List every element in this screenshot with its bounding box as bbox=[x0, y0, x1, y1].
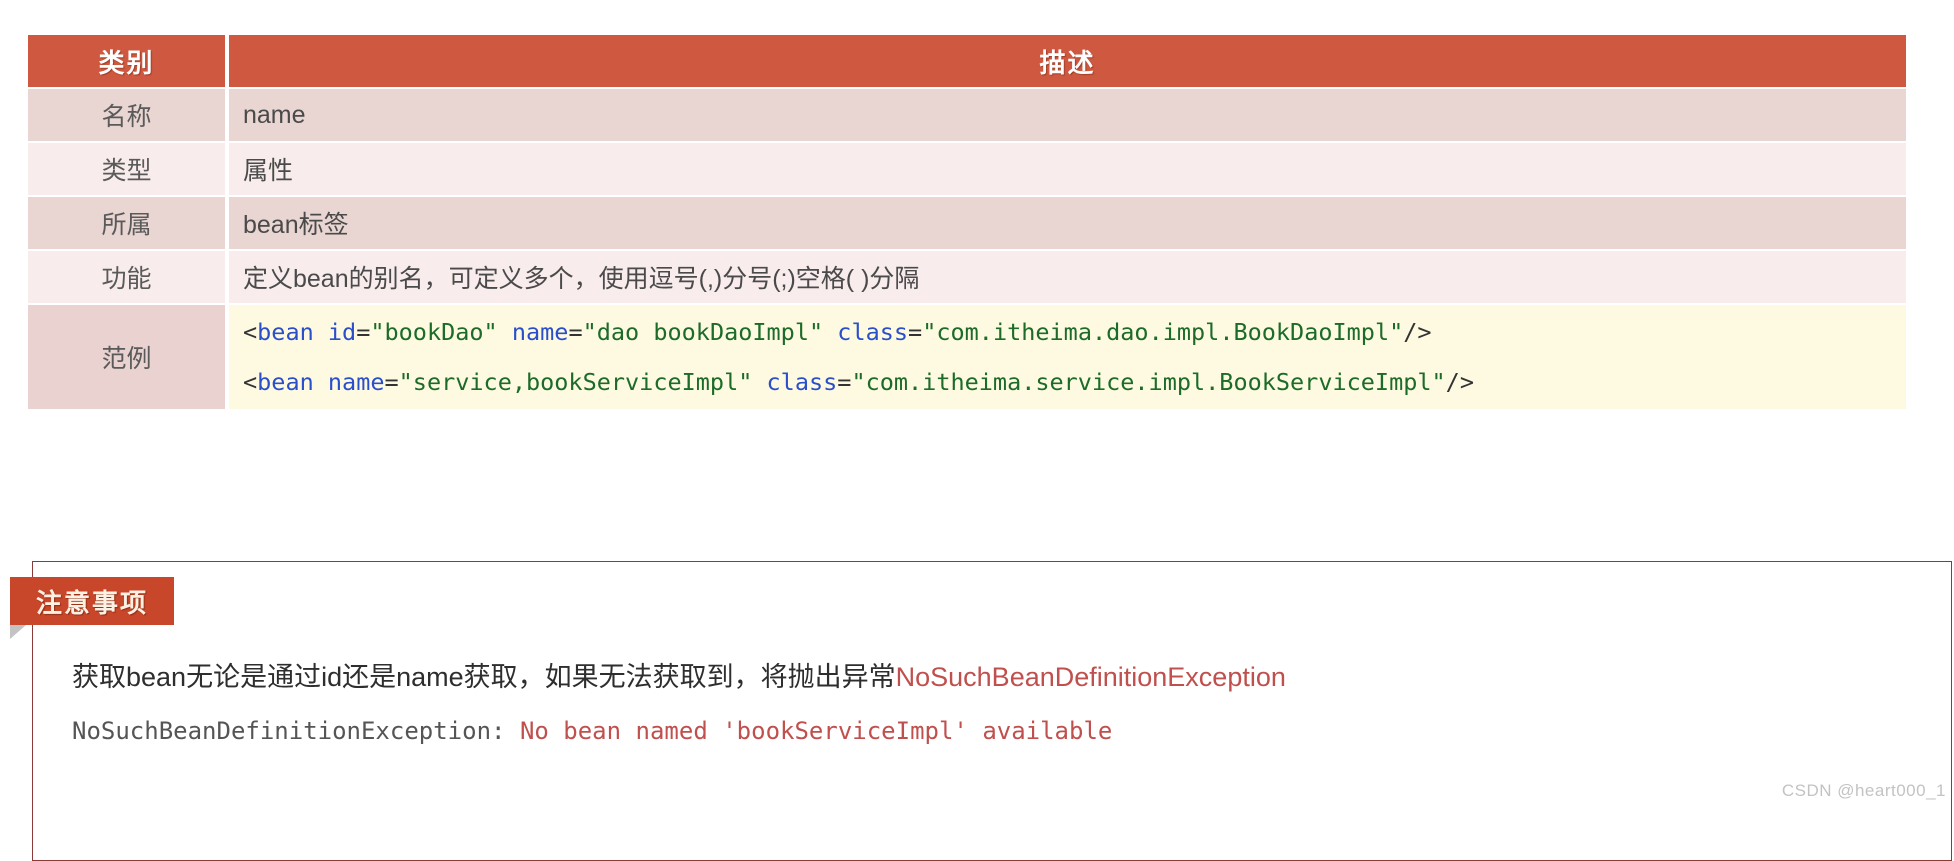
table-header-description: 描述 bbox=[229, 35, 1906, 87]
code-open-bracket: < bbox=[243, 368, 258, 396]
code-value-id: "bookDao" bbox=[370, 318, 498, 346]
note-text-line-2: NoSuchBeanDefinitionException: No bean n… bbox=[72, 717, 1112, 745]
code-value-name: "service,bookServiceImpl" bbox=[398, 368, 753, 396]
code-open-bracket: < bbox=[243, 318, 258, 346]
table-body: 名称 name 类型 属性 所属 bean标签 功能 定义bean的别名，可定义… bbox=[28, 89, 1906, 409]
code-equals: = bbox=[837, 368, 852, 396]
code-value-class: "com.itheima.dao.impl.BookDaoImpl" bbox=[922, 318, 1404, 346]
row-label-example: 范例 bbox=[28, 305, 225, 409]
code-tag-name: bean bbox=[257, 318, 314, 346]
code-close-bracket: /> bbox=[1403, 318, 1432, 346]
note-exception-name: NoSuchBeanDefinitionException bbox=[895, 662, 1286, 692]
code-equals: = bbox=[384, 368, 399, 396]
note-badge-wrapper: 注意事项 bbox=[10, 577, 174, 639]
row-label-type: 类型 bbox=[28, 143, 225, 195]
code-tag-name: bean bbox=[257, 368, 314, 396]
code-line-2: <bean name="service,bookServiceImpl" cla… bbox=[243, 357, 1906, 407]
table-row: 名称 name bbox=[28, 89, 1906, 141]
row-value-type: 属性 bbox=[229, 143, 1906, 195]
table-header-category: 类别 bbox=[28, 35, 225, 87]
code-close-bracket: /> bbox=[1445, 368, 1474, 396]
table-header-row: 类别 描述 bbox=[28, 35, 1906, 87]
row-value-function: 定义bean的别名，可定义多个，使用逗号(,)分号(;)空格( )分隔 bbox=[229, 251, 1906, 303]
code-value-class: "com.itheima.service.impl.BookServiceImp… bbox=[851, 368, 1446, 396]
note-exception-message: No bean named 'bookServiceImpl' availabl… bbox=[519, 717, 1113, 745]
code-attr-class: class bbox=[766, 368, 838, 396]
table-row: 类型 属性 bbox=[28, 143, 1906, 195]
code-equals: = bbox=[356, 318, 371, 346]
row-value-belongs: bean标签 bbox=[229, 197, 1906, 249]
code-sample-cell: <bean id="bookDao" name="dao bookDaoImpl… bbox=[229, 305, 1906, 409]
code-attr-class: class bbox=[837, 318, 909, 346]
code-attr-name: name bbox=[511, 318, 569, 346]
row-label-belongs: 所属 bbox=[28, 197, 225, 249]
csdn-watermark: CSDN @heart000_1 bbox=[1781, 781, 1946, 800]
code-equals: = bbox=[568, 318, 583, 346]
row-label-function: 功能 bbox=[28, 251, 225, 303]
code-attr-id: id bbox=[327, 318, 357, 346]
note-badge-shadow bbox=[10, 625, 26, 639]
code-attr-name: name bbox=[327, 368, 385, 396]
note-text-prefix: 获取bean无论是通过id还是name获取，如果无法获取到，将抛出异常 bbox=[72, 662, 896, 692]
table-row-example: 范例 <bean id="bookDao" name="dao bookDaoI… bbox=[28, 305, 1906, 409]
row-value-name: name bbox=[229, 89, 1906, 141]
code-value-name: "dao bookDaoImpl" bbox=[582, 318, 824, 346]
code-equals: = bbox=[908, 318, 923, 346]
note-exception-label: NoSuchBeanDefinitionException: bbox=[72, 717, 520, 745]
table-header: 类别 描述 bbox=[28, 35, 1906, 87]
row-label-name: 名称 bbox=[28, 89, 225, 141]
table-row: 所属 bean标签 bbox=[28, 197, 1906, 249]
note-box bbox=[32, 561, 1952, 861]
bean-name-attribute-table: 类别 描述 名称 name 类型 属性 所属 bean标签 功能 定义bean的… bbox=[28, 33, 1906, 411]
code-line-1: <bean id="bookDao" name="dao bookDaoImpl… bbox=[243, 307, 1906, 357]
note-badge-label: 注意事项 bbox=[10, 577, 174, 625]
table-row: 功能 定义bean的别名，可定义多个，使用逗号(,)分号(;)空格( )分隔 bbox=[28, 251, 1906, 303]
note-text-line-1: 获取bean无论是通过id还是name获取，如果无法获取到，将抛出异常NoSuc… bbox=[72, 655, 1286, 694]
